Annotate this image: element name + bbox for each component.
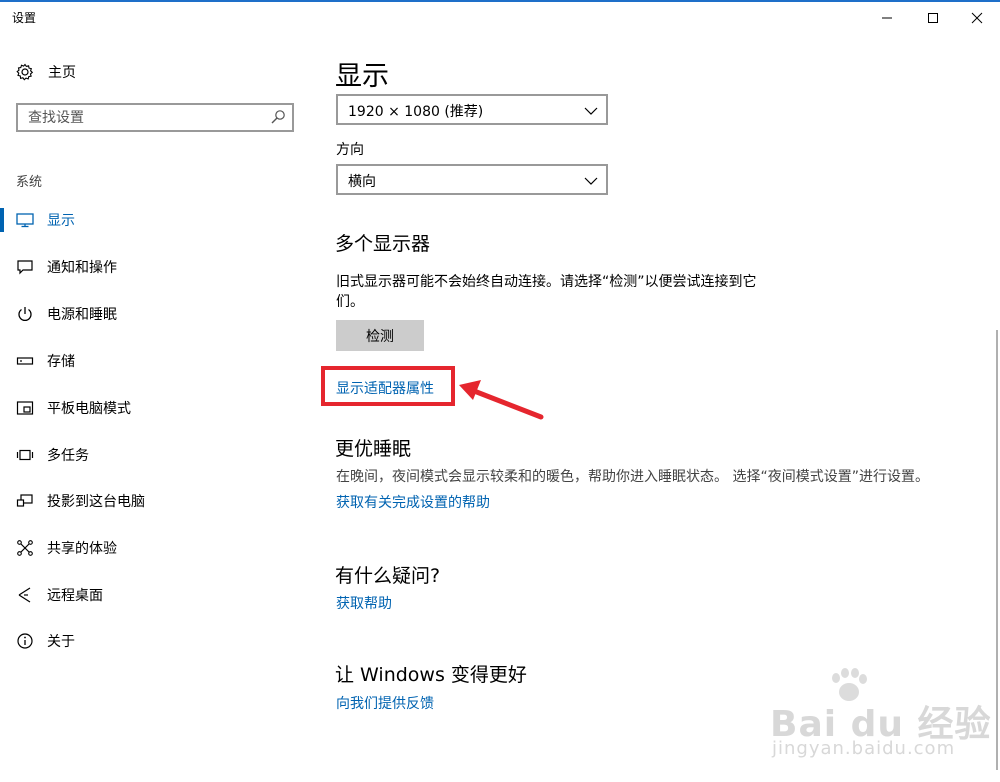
sidebar-item-power[interactable]: 电源和睡眠 <box>0 294 300 334</box>
sidebar-item-label: 平板电脑模式 <box>47 401 131 417</box>
night-light-description: 在晚间，夜间模式会显示较柔和的暖色，帮助你进入睡眠状态。 选择“夜间模式设置”进… <box>336 469 929 485</box>
search-box[interactable] <box>16 103 294 132</box>
multi-display-description: 旧式显示器可能不会始终自动连接。请选择“检测”以便尝试连接到它们。 <box>336 274 757 310</box>
sidebar-item-tablet-mode[interactable]: 平板电脑模式 <box>0 388 300 428</box>
close-icon <box>971 12 983 24</box>
monitor-icon <box>15 210 35 230</box>
orientation-label: 方向 <box>336 142 364 158</box>
home-label: 主页 <box>48 65 76 81</box>
get-help-link[interactable]: 获取帮助 <box>336 593 392 613</box>
sidebar-item-multitasking[interactable]: 多任务 <box>0 435 300 475</box>
sidebar-item-label: 关于 <box>47 634 75 650</box>
notification-icon <box>15 257 35 277</box>
sidebar-item-storage[interactable]: 存储 <box>0 341 300 381</box>
minimize-icon <box>882 17 892 19</box>
better-sleep-heading: 更优睡眠 <box>335 438 412 460</box>
scrollbar[interactable] <box>996 330 998 770</box>
sidebar-item-shared-experiences[interactable]: 共享的体验 <box>0 528 300 568</box>
maximize-icon <box>928 13 938 23</box>
window-title: 设置 <box>12 11 37 25</box>
sidebar-item-display[interactable]: 显示 <box>0 200 300 240</box>
sidebar-section-label: 系统 <box>16 175 43 190</box>
shared-experiences-icon <box>15 538 35 558</box>
watermark-url: jingyan.baidu.com <box>772 738 956 759</box>
sidebar-item-label: 电源和睡眠 <box>47 307 117 323</box>
setup-help-link[interactable]: 获取有关完成设置的帮助 <box>336 492 490 512</box>
gear-icon <box>16 63 34 81</box>
orientation-dropdown[interactable]: 横向 <box>336 164 608 195</box>
storage-icon <box>15 351 35 371</box>
power-icon <box>15 304 35 324</box>
feedback-heading: 让 Windows 变得更好 <box>335 664 527 686</box>
tablet-mode-icon <box>15 398 35 418</box>
sidebar-item-label: 共享的体验 <box>47 541 117 557</box>
chevron-down-icon <box>584 103 598 117</box>
close-button[interactable] <box>954 2 1000 34</box>
search-icon[interactable] <box>270 109 286 125</box>
detect-button[interactable]: 检测 <box>336 320 424 351</box>
multitasking-icon <box>15 445 35 465</box>
multi-display-heading: 多个显示器 <box>335 233 431 255</box>
info-icon <box>15 631 35 651</box>
sidebar-item-remote-desktop[interactable]: 远程桌面 <box>0 575 300 615</box>
sidebar-item-label: 远程桌面 <box>47 588 103 604</box>
sidebar-item-label: 投影到这台电脑 <box>47 494 145 510</box>
resolution-dropdown[interactable]: 1920 × 1080 (推荐) <box>336 94 608 125</box>
title-bar: 设置 <box>0 2 1000 34</box>
home-link[interactable]: 主页 <box>16 60 76 84</box>
search-input[interactable] <box>18 105 268 130</box>
remote-desktop-icon <box>15 585 35 605</box>
baidu-jingyan-watermark: Bai du 经验 jingyan.baidu.com <box>760 660 995 770</box>
active-indicator <box>0 208 4 232</box>
sidebar-item-label: 通知和操作 <box>47 260 117 276</box>
page-title: 显示 <box>335 61 389 92</box>
minimize-button[interactable] <box>864 2 910 34</box>
give-feedback-link[interactable]: 向我们提供反馈 <box>336 693 434 713</box>
questions-heading: 有什么疑问? <box>335 565 441 587</box>
orientation-value: 横向 <box>348 174 376 190</box>
sidebar-item-label: 显示 <box>47 213 75 229</box>
sidebar-item-label: 存储 <box>47 354 75 370</box>
maximize-button[interactable] <box>910 2 956 34</box>
resolution-value: 1920 × 1080 (推荐) <box>348 104 484 120</box>
sidebar-item-notifications[interactable]: 通知和操作 <box>0 247 300 287</box>
sidebar-item-about[interactable]: 关于 <box>0 621 300 661</box>
sidebar-item-projecting[interactable]: 投影到这台电脑 <box>0 481 300 521</box>
projecting-icon <box>15 491 35 511</box>
annotation-highlight-box <box>321 366 455 406</box>
chevron-down-icon <box>584 173 598 187</box>
sidebar-item-label: 多任务 <box>47 448 89 464</box>
annotation-arrow <box>459 380 544 420</box>
